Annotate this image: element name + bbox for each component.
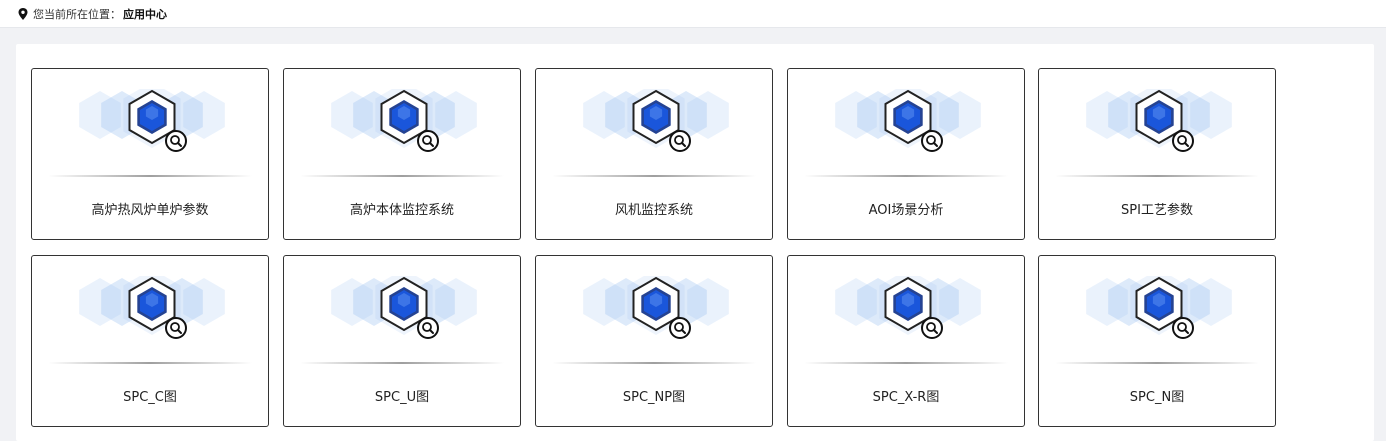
app-card-spc-np[interactable]: SPC_NP图 (535, 255, 773, 427)
app-search-icon (328, 269, 480, 344)
card-divider (48, 175, 252, 177)
card-divider (48, 362, 252, 364)
card-divider (1055, 175, 1259, 177)
app-search-icon (580, 269, 732, 344)
location-pin-icon (18, 7, 28, 20)
app-card-label: 高炉热风炉单炉参数 (91, 203, 209, 218)
card-divider (1055, 362, 1259, 364)
app-search-icon (76, 82, 228, 157)
app-card-label: SPC_NP图 (622, 390, 686, 405)
app-search-icon (328, 82, 480, 157)
breadcrumb: 您当前所在位置： 应用中心 (0, 0, 1386, 28)
app-search-icon (832, 269, 984, 344)
app-card-label: 风机监控系统 (614, 203, 693, 218)
card-divider (300, 175, 504, 177)
app-search-icon (1083, 82, 1235, 157)
app-card-label: SPI工艺参数 (1121, 203, 1193, 218)
app-search-icon (1083, 269, 1235, 344)
app-card-label: SPC_X-R图 (872, 390, 940, 405)
card-divider (552, 175, 756, 177)
breadcrumb-current[interactable]: 应用中心 (123, 6, 167, 22)
app-search-icon (76, 269, 228, 344)
app-search-icon (832, 82, 984, 157)
card-divider (804, 175, 1008, 177)
card-divider (804, 362, 1008, 364)
app-card-fan-monitoring[interactable]: 风机监控系统 (535, 68, 773, 240)
breadcrumb-prefix: 您当前所在位置： (33, 7, 121, 21)
app-grid-panel: 高炉热风炉单炉参数 高炉本体监控系统 风机监控系统 AOI场景分析 SPI工艺参… (16, 44, 1374, 441)
app-card-label: SPC_N图 (1129, 390, 1185, 405)
app-card-label: SPC_C图 (123, 390, 177, 405)
app-card-spi-params[interactable]: SPI工艺参数 (1038, 68, 1276, 240)
card-divider (552, 362, 756, 364)
app-card-label: 高炉本体监控系统 (349, 203, 454, 218)
app-search-icon (580, 82, 732, 157)
app-card-spc-x-r[interactable]: SPC_X-R图 (787, 255, 1025, 427)
app-card-blast-furnace-monitoring[interactable]: 高炉本体监控系统 (283, 68, 521, 240)
app-card-spc-n[interactable]: SPC_N图 (1038, 255, 1276, 427)
app-card-spc-u[interactable]: SPC_U图 (283, 255, 521, 427)
card-divider (300, 362, 504, 364)
app-card-label: SPC_U图 (374, 390, 430, 405)
app-card-aoi-analysis[interactable]: AOI场景分析 (787, 68, 1025, 240)
app-card-blast-furnace-stove-params[interactable]: 高炉热风炉单炉参数 (31, 68, 269, 240)
app-card-spc-c[interactable]: SPC_C图 (31, 255, 269, 427)
app-card-label: AOI场景分析 (868, 203, 944, 218)
